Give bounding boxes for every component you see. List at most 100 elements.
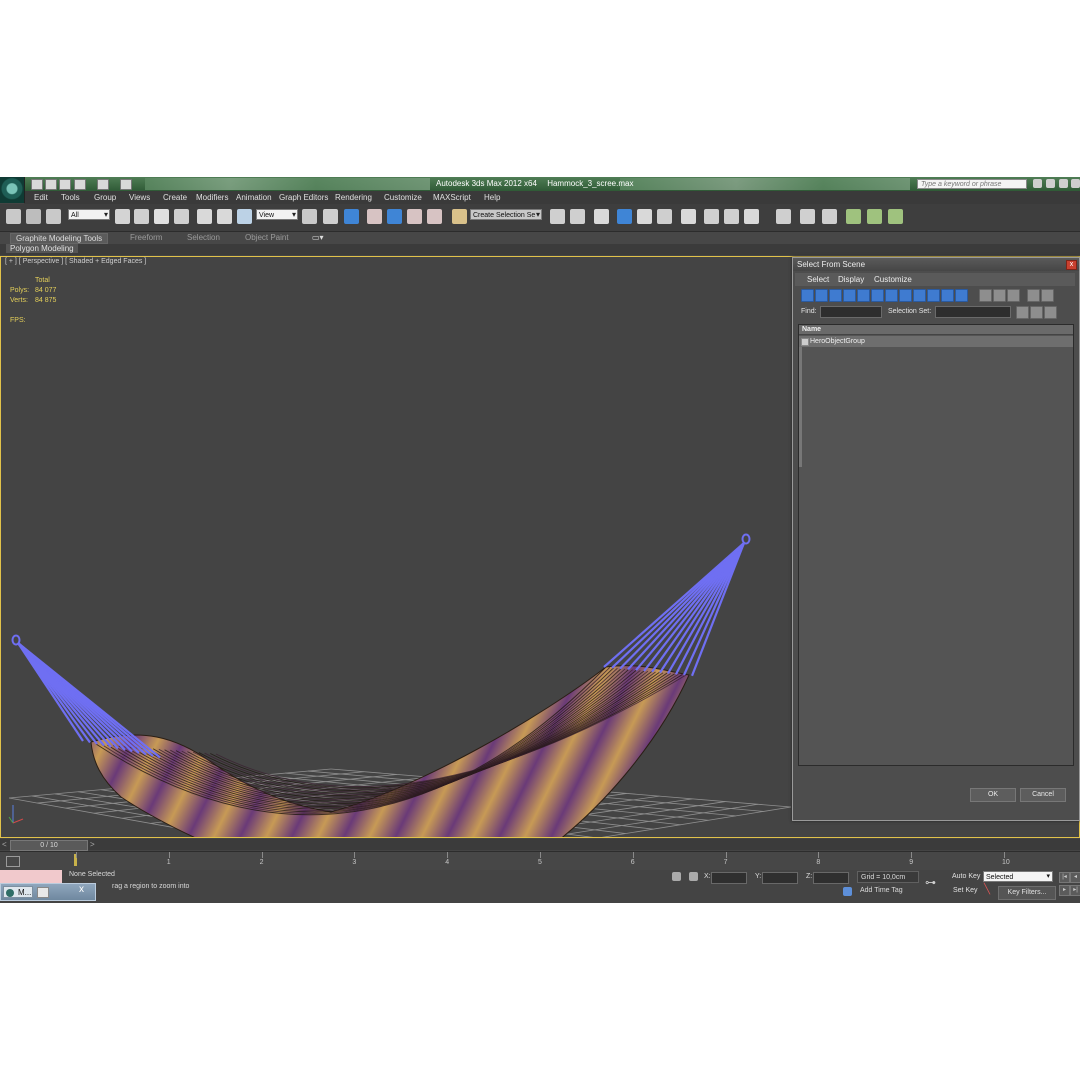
taskbar-close-icon[interactable]: x — [79, 884, 84, 895]
dialog-title[interactable]: Select From Scene — [793, 258, 1079, 271]
tab-graphite-modeling-tools[interactable]: Graphite Modeling Tools — [10, 233, 109, 244]
angle-snap-icon[interactable] — [387, 209, 402, 224]
filter-icon[interactable] — [1027, 289, 1040, 302]
mirror-icon[interactable] — [550, 209, 565, 224]
dialog-menu-customize[interactable]: Customize — [874, 275, 912, 284]
app-menu-logo-icon[interactable] — [0, 177, 25, 203]
time-slider[interactable]: < 0 / 10 > — [0, 839, 1080, 851]
cancel-button[interactable]: Cancel — [1020, 788, 1066, 802]
y-coordinate-field[interactable] — [762, 872, 798, 884]
named-selection-sets-dropdown[interactable]: Create Selection Se — [470, 209, 542, 220]
menu-help[interactable]: Help — [484, 193, 500, 202]
curve-editor-icon[interactable] — [637, 209, 652, 224]
edit-named-selection-icon[interactable] — [452, 209, 467, 224]
viewport-label[interactable]: [ + ] [ Perspective ] [ Shaded + Edged F… — [5, 258, 146, 265]
maxscript-listener-mini[interactable] — [0, 870, 62, 884]
help-icon[interactable] — [1071, 179, 1080, 188]
menu-animation[interactable]: Animation — [236, 193, 272, 202]
display-none-icon[interactable] — [993, 289, 1006, 302]
selection-set-tool-2-icon[interactable] — [1030, 306, 1043, 319]
tab-freeform[interactable]: Freeform — [130, 233, 162, 242]
display-geometry-icon[interactable] — [801, 289, 814, 302]
select-object-icon[interactable] — [115, 209, 130, 224]
project-folder-icon[interactable] — [120, 179, 132, 190]
menu-tools[interactable]: Tools — [61, 193, 80, 202]
find-input[interactable] — [820, 306, 882, 318]
time-slider-thumb[interactable]: 0 / 10 — [10, 840, 88, 851]
display-bones-icon[interactable] — [913, 289, 926, 302]
extra-tool-6-icon[interactable] — [888, 209, 903, 224]
play-icon[interactable]: ▸ — [1059, 885, 1070, 896]
previous-frame-icon[interactable]: ◂ — [1070, 872, 1080, 883]
time-slider-next-icon[interactable]: > — [90, 840, 95, 849]
display-lights-icon[interactable] — [829, 289, 842, 302]
redo-icon[interactable] — [97, 179, 109, 190]
menu-customize[interactable]: Customize — [384, 193, 422, 202]
window-crossing-icon[interactable] — [174, 209, 189, 224]
advanced-filter-icon[interactable] — [1041, 289, 1054, 302]
selection-set-tool-1-icon[interactable] — [1016, 306, 1029, 319]
selection-set-dropdown[interactable] — [935, 306, 1011, 318]
render-production-icon[interactable] — [744, 209, 759, 224]
taskbar-window-icon[interactable] — [37, 887, 49, 898]
selection-filter-dropdown[interactable]: All — [68, 209, 110, 220]
display-space-warps-icon[interactable] — [871, 289, 884, 302]
render-setup-icon[interactable] — [704, 209, 719, 224]
selection-lock-icon[interactable] — [672, 872, 681, 881]
schematic-view-icon[interactable] — [657, 209, 672, 224]
ribbon-options-icon[interactable]: ▭▾ — [312, 233, 324, 242]
selection-set-tool-3-icon[interactable] — [1044, 306, 1057, 319]
select-and-scale-icon[interactable] — [237, 209, 252, 224]
graphite-modeling-toggle-icon[interactable] — [617, 209, 632, 224]
dialog-menu-select[interactable]: Select — [807, 275, 829, 284]
absolute-mode-icon[interactable] — [689, 872, 698, 881]
auto-key-button[interactable]: Auto Key — [952, 873, 980, 880]
extra-tool-3-icon[interactable] — [822, 209, 837, 224]
add-time-tag-button[interactable]: Add Time Tag — [860, 887, 903, 894]
align-icon[interactable] — [570, 209, 585, 224]
time-slider-prev-icon[interactable]: < — [2, 840, 7, 849]
menu-edit[interactable]: Edit — [34, 193, 48, 202]
pivot-center-icon[interactable] — [302, 209, 317, 224]
select-by-name-icon[interactable] — [134, 209, 149, 224]
menu-modifiers[interactable]: Modifiers — [196, 193, 228, 202]
x-coordinate-field[interactable] — [711, 872, 747, 884]
list-item[interactable]: HeroObjectGroup — [799, 336, 1073, 347]
list-scrollbar[interactable] — [799, 347, 802, 467]
display-shapes-icon[interactable] — [815, 289, 828, 302]
new-file-icon[interactable] — [31, 179, 43, 190]
time-tag-icon[interactable] — [843, 887, 852, 896]
infocenter-icon[interactable] — [1046, 179, 1055, 188]
display-containers-icon[interactable] — [927, 289, 940, 302]
z-coordinate-field[interactable] — [813, 872, 849, 884]
key-icon[interactable]: ⊶ — [925, 876, 936, 889]
menu-rendering[interactable]: Rendering — [335, 193, 372, 202]
reference-coordinate-dropdown[interactable]: View — [256, 209, 298, 220]
ok-button[interactable]: OK — [970, 788, 1016, 802]
track-bar[interactable]: 1 2 3 4 5 6 7 8 9 10 — [0, 851, 1080, 870]
next-frame-icon[interactable]: ▸| — [1070, 885, 1080, 896]
menu-group[interactable]: Group — [94, 193, 116, 202]
select-and-move-icon[interactable] — [197, 209, 212, 224]
mini-curve-editor-icon[interactable] — [6, 856, 20, 867]
extra-tool-4-icon[interactable] — [846, 209, 861, 224]
column-header-name[interactable]: Name — [799, 325, 1073, 335]
select-and-manipulate-icon[interactable] — [323, 209, 338, 224]
scene-object-list[interactable]: Name HeroObjectGroup — [798, 324, 1074, 766]
tab-object-paint[interactable]: Object Paint — [245, 233, 289, 242]
dialog-menu-display[interactable]: Display — [838, 275, 864, 284]
key-filters-button[interactable]: Key Filters... — [998, 886, 1056, 900]
menu-create[interactable]: Create — [163, 193, 187, 202]
spinner-snap-icon[interactable] — [427, 209, 442, 224]
menu-graph-editors[interactable]: Graph Editors — [279, 193, 328, 202]
display-cameras-icon[interactable] — [843, 289, 856, 302]
display-hidden-icon[interactable] — [955, 289, 968, 302]
dialog-close-icon[interactable]: x — [1066, 260, 1077, 270]
tab-selection[interactable]: Selection — [187, 233, 220, 242]
display-helpers-icon[interactable] — [857, 289, 870, 302]
snaps-toggle-icon[interactable] — [367, 209, 382, 224]
keyboard-shortcut-override-icon[interactable] — [344, 209, 359, 224]
polygon-modeling-panel[interactable]: Polygon Modeling — [6, 244, 78, 253]
extra-tool-1-icon[interactable] — [776, 209, 791, 224]
layer-manager-icon[interactable] — [594, 209, 609, 224]
